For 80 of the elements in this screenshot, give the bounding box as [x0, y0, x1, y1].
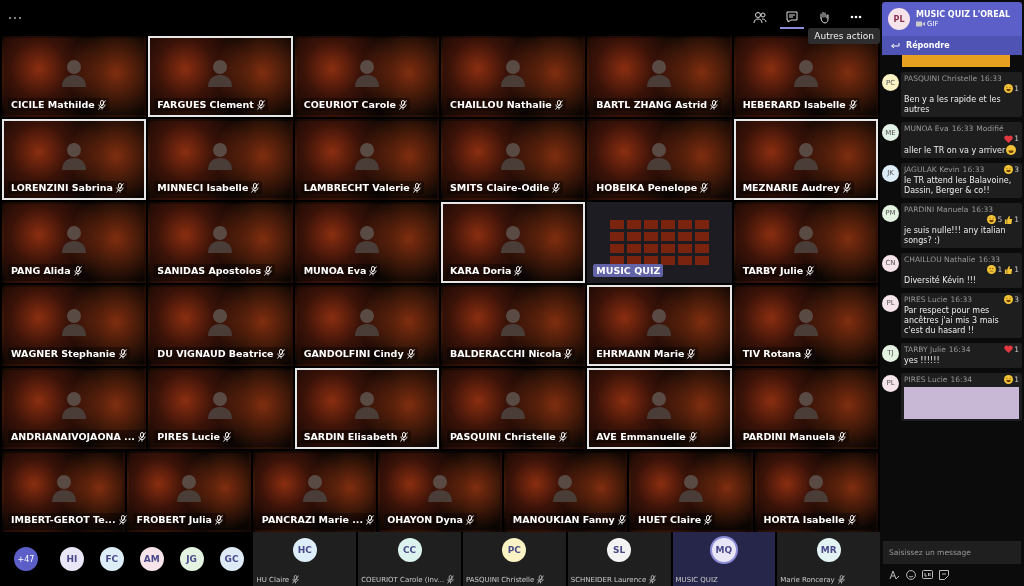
participant-name: EHRMANN Marie [596, 348, 685, 359]
participant-name: CHAILLOU Nathalie [450, 99, 552, 110]
message-text: le TR attend les Balavoine, Dassin, Berger & co!! [904, 175, 1012, 195]
participant-name: MINNECI Isabelle [157, 182, 249, 193]
reply-arrow-icon[interactable] [890, 41, 900, 50]
participant-name: COEURIOT Carole [303, 99, 396, 110]
participant-name: PANG Alida [11, 265, 71, 276]
notification-title: MUSIC QUIZ L'OREAL [916, 10, 1010, 19]
hand-icon[interactable] [817, 10, 831, 24]
emoji-icon[interactable] [906, 570, 916, 580]
sender-avatar: PL [888, 8, 910, 30]
participant-avatar[interactable]: GC [219, 547, 244, 571]
participant-name: WAGNER Stephanie [11, 348, 116, 359]
participant-name: SANIDAS Apostolos [157, 265, 262, 276]
participant-name: ANDRIANAIVOJAONA ... [11, 431, 135, 442]
participant-name: PARDINI Manuela [742, 431, 836, 442]
participant-name: LAMBRECHT Valerie [303, 182, 410, 193]
thumbs-up-icon [1004, 264, 1014, 274]
sticker-icon[interactable] [939, 570, 949, 580]
heart-icon [1004, 134, 1014, 143]
participant-avatar: MR [816, 538, 841, 562]
participant-avatar: SL [607, 538, 632, 562]
laughing-face-icon [1004, 294, 1014, 304]
message-text: Diversité Kévin !!! [904, 275, 977, 285]
participant-name: HOBEIKA Penelope [596, 182, 698, 193]
heart-icon [1004, 345, 1014, 353]
camera-icon [916, 21, 925, 27]
participant-name: MUNOA Eva [303, 265, 367, 276]
participant-name: MANOUKIAN Fanny [512, 514, 615, 525]
participant-name: IMBERT-GEROT Te... [11, 514, 116, 525]
message-text: Ben y a les rapide et les autres [904, 95, 1001, 114]
people-icon[interactable] [753, 10, 767, 24]
participant-avatar[interactable]: JG [179, 547, 204, 571]
message-text: yes !!!!!! [904, 355, 940, 365]
participant-name: KARA Doria [450, 265, 512, 276]
tooltip: Autres action [808, 28, 880, 44]
participant-name: AVE Emmanuelle [596, 431, 686, 442]
participant-avatar: HC [292, 538, 317, 562]
participant-avatar[interactable]: AM [139, 547, 164, 571]
participant-name: PANCRAZI Marie ... [261, 514, 363, 525]
participant-name: LORENZINI Sabrina [11, 182, 113, 193]
dots-icon [8, 16, 22, 20]
message-text: Par respect pour mes ancêtres j'ai mis 3 mais c'est du hasard !! [904, 305, 999, 335]
participant-name: FROBERT Julia [136, 514, 212, 525]
participant-name: BALDERACCHI Nicola [450, 348, 562, 359]
participant-name: TIV Rotana [742, 348, 802, 359]
participant-name: CICILE Mathilde [11, 99, 95, 110]
participant-name: MEZNARIE Audrey [742, 182, 840, 193]
participant-name: MUSIC QUIZ [596, 265, 661, 276]
reply-button[interactable]: Répondre [882, 36, 1022, 55]
participant-name: DU VIGNAUD Beatrice [157, 348, 274, 359]
participant-name: PIRES Lucie [157, 431, 220, 442]
participant-name: SMITS Claire-Odile [450, 182, 550, 193]
laughing-face-icon [1004, 374, 1014, 384]
participant-name: PASQUINI Christelle [450, 431, 556, 442]
participant-avatar: PC [502, 538, 527, 562]
participant-avatar: MQ [711, 538, 736, 562]
message-text: aller le TR on va y arriver [904, 145, 1006, 155]
participant-name: SARDIN Elisabeth [303, 431, 398, 442]
format-icon[interactable] [889, 570, 900, 580]
participant-name: OHAYON Dyna [387, 514, 463, 525]
participant-name: TARBY Julie [742, 265, 804, 276]
sad-face-icon [987, 264, 997, 274]
thumbs-up-icon [1004, 214, 1014, 224]
laughing-face-icon [1004, 84, 1014, 93]
laughing-face-icon [987, 214, 997, 224]
laughing-face-icon [1004, 164, 1014, 174]
participant-avatar[interactable]: FC [99, 547, 124, 571]
participant-name: HORTA Isabelle [763, 514, 845, 525]
participant-name: BARTL ZHANG Astrid [596, 99, 708, 110]
message-text: je suis nulle!!! any italian songs? :) [904, 225, 1006, 245]
chat-icon[interactable] [785, 10, 799, 24]
participant-name: HEBERARD Isabelle [742, 99, 846, 110]
gif-icon[interactable] [922, 570, 933, 579]
participant-name: HUET Claire [638, 514, 702, 525]
participant-name: GANDOLFINI Cindy [303, 348, 404, 359]
participant-avatar[interactable]: HI [59, 547, 84, 571]
more-participants-badge[interactable]: +47 [14, 547, 38, 571]
participant-avatar: CC [397, 538, 422, 562]
participant-name: FARGUES Clement [157, 99, 254, 110]
